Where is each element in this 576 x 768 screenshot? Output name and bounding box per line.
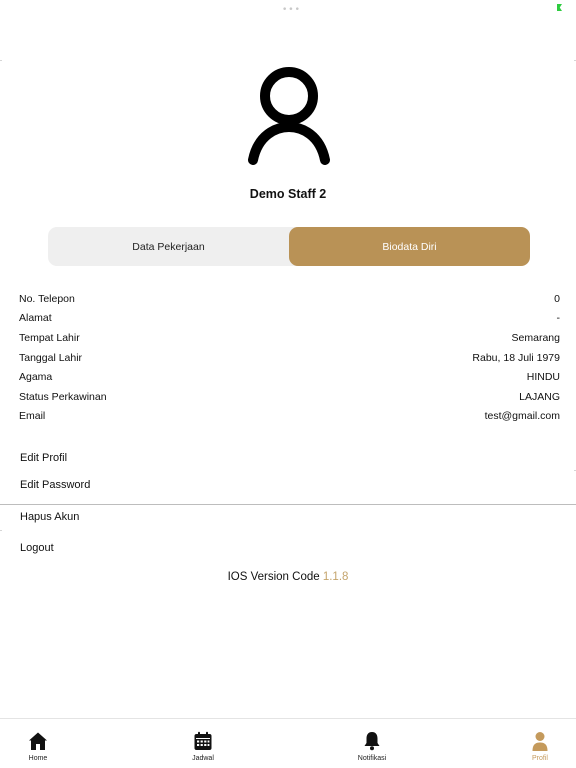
delete-account-button[interactable]: Hapus Akun [20, 511, 79, 523]
home-icon [29, 732, 47, 750]
info-value: HINDU [526, 371, 560, 384]
version-label: IOS Version Code [227, 571, 320, 583]
info-value: LAJANG [519, 390, 560, 403]
menu-divider [0, 504, 576, 505]
profile-name: Demo Staff 2 [249, 187, 327, 201]
info-row-religion: Agama HINDU [19, 367, 560, 387]
info-row-birthplace: Tempat Lahir Semarang [19, 328, 560, 348]
calendar-icon [194, 731, 212, 750]
logout-button[interactable]: Logout [20, 542, 54, 554]
info-value: Rabu, 18 Juli 1979 [472, 351, 560, 364]
version-number: 1.1.8 [322, 571, 349, 583]
version-info: IOS Version Code 1.1.8 [0, 571, 576, 583]
tab-jadwal-label: Jadwal [192, 755, 214, 762]
info-label: Status Perkawinan [19, 390, 107, 403]
info-value: - [556, 312, 561, 325]
bell-icon [364, 732, 380, 751]
tab-biodata-diri[interactable]: Biodata Diri [289, 227, 530, 266]
info-row-marital-status: Status Perkawinan LAJANG [19, 387, 560, 407]
info-label: Tempat Lahir [19, 331, 80, 344]
tab-profil-label: Profil [532, 755, 548, 762]
info-row-phone: No. Telepon 0 [19, 289, 560, 309]
profile-tabs: Data Pekerjaan Biodata Diri [48, 227, 530, 266]
tab-notifikasi[interactable]: Notifikasi [342, 731, 402, 762]
tab-notifikasi-label: Notifikasi [357, 755, 387, 762]
info-label: Tanggal Lahir [19, 351, 83, 364]
tab-data-pekerjaan[interactable]: Data Pekerjaan [48, 227, 289, 266]
edge-marker [0, 60, 2, 61]
edge-marker [0, 530, 2, 531]
tab-jadwal[interactable]: Jadwal [173, 731, 233, 762]
edit-password-button[interactable]: Edit Password [20, 479, 90, 491]
info-label: Alamat [19, 312, 52, 325]
tab-profil[interactable]: Profil [510, 731, 570, 762]
info-value: test@gmail.com [484, 410, 560, 423]
multitasking-dots-icon: ••• [282, 5, 301, 15]
status-indicator-icon [557, 4, 562, 11]
person-icon [532, 732, 548, 751]
bottom-tab-bar: Home Jadwal Notifikasi Profil [0, 718, 576, 768]
info-label: Email [19, 410, 46, 423]
info-row-email: Email test@gmail.com [19, 407, 560, 427]
edit-profile-button[interactable]: Edit Profil [20, 452, 67, 464]
info-label: Agama [19, 371, 53, 384]
biodata-list: No. Telepon 0 Alamat - Tempat Lahir Sema… [19, 289, 560, 426]
info-row-address: Alamat - [19, 309, 560, 329]
tab-home[interactable]: Home [8, 731, 68, 762]
info-label: No. Telepon [19, 292, 75, 305]
info-value: 0 [554, 292, 560, 305]
info-row-birthdate: Tanggal Lahir Rabu, 18 Juli 1979 [19, 348, 560, 368]
profile-avatar-icon [246, 65, 332, 165]
tab-home-label: Home [28, 755, 48, 762]
info-value: Semarang [511, 331, 560, 344]
